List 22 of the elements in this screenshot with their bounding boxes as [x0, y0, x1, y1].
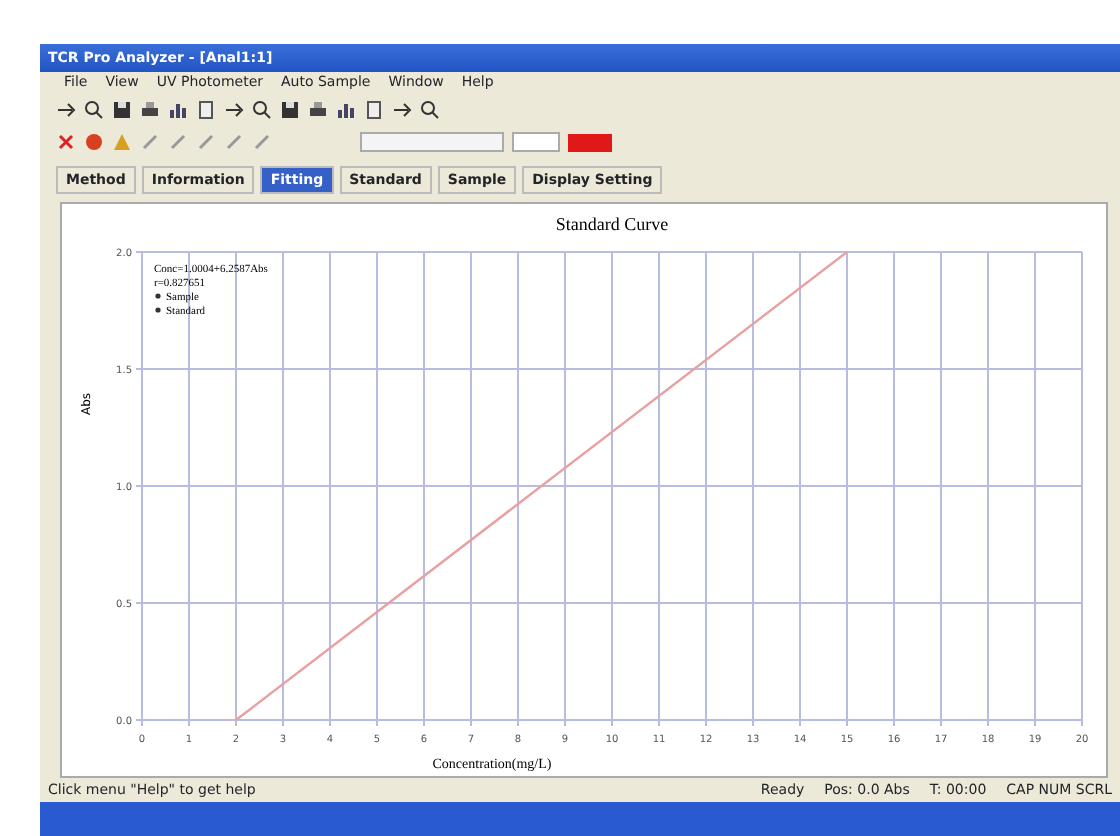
printer-icon[interactable] [308, 100, 328, 120]
search-icon[interactable] [252, 100, 272, 120]
save-icon[interactable] [280, 100, 300, 120]
arrow-icon[interactable] [56, 100, 76, 120]
chart-icon[interactable] [168, 100, 188, 120]
search-icon[interactable] [84, 100, 104, 120]
close-icon[interactable] [56, 132, 76, 152]
search-icon[interactable] [420, 100, 440, 120]
dropdown-field[interactable] [512, 132, 560, 152]
document-icon[interactable] [196, 100, 216, 120]
arrow-icon[interactable] [392, 100, 412, 120]
save-icon[interactable] [112, 100, 132, 120]
chart-title: Standard Curve [555, 214, 669, 234]
legend-marker-icon [155, 293, 161, 299]
document-icon[interactable] [364, 100, 384, 120]
record-icon[interactable] [84, 132, 104, 152]
legend-marker-icon [155, 307, 161, 313]
printer-icon[interactable] [140, 100, 160, 120]
color-swatch[interactable] [568, 133, 612, 151]
dropdown-field[interactable] [360, 132, 504, 152]
chart-icon[interactable] [336, 100, 356, 120]
arrow-icon[interactable] [224, 100, 244, 120]
